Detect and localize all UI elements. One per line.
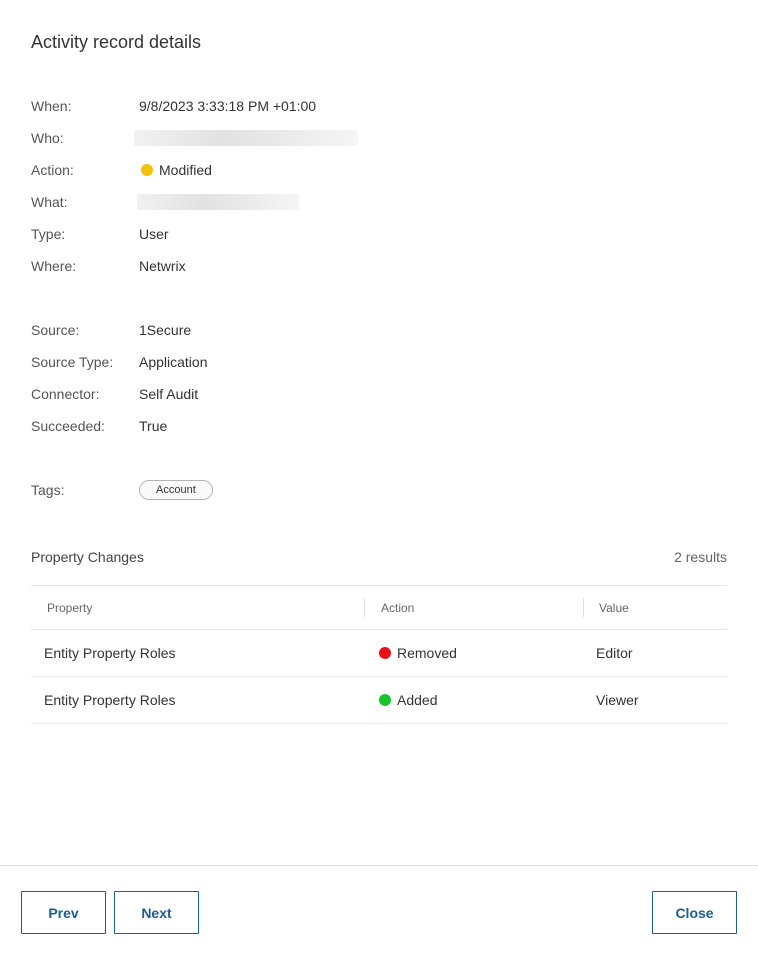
next-button[interactable]: Next xyxy=(114,891,199,934)
connector-value: Self Audit xyxy=(139,386,199,402)
when-label: When: xyxy=(31,98,72,114)
status-dot-icon xyxy=(379,647,391,659)
field-tags: Tags: Account xyxy=(31,480,213,500)
prev-button[interactable]: Prev xyxy=(21,891,106,934)
property-changes-title: Property Changes xyxy=(31,549,144,565)
tags-list: Account xyxy=(139,480,213,500)
cell-action-text: Added xyxy=(397,692,438,708)
field-source: Source: 1Secure xyxy=(31,320,191,340)
redacted-blur xyxy=(134,130,358,146)
succeeded-value: True xyxy=(139,418,168,434)
cell-action: Removed xyxy=(379,645,457,661)
table-header: Property Action Value xyxy=(31,586,727,630)
table-row: Entity Property Roles Added Viewer xyxy=(31,677,727,724)
cell-action: Added xyxy=(379,692,437,708)
action-value: Modified xyxy=(139,162,212,178)
column-header-value[interactable]: Value xyxy=(599,601,629,615)
field-where: Where: Netwrix xyxy=(31,256,186,276)
field-who: Who: xyxy=(31,128,358,148)
tag-chip[interactable]: Account xyxy=(139,480,213,500)
column-header-property[interactable]: Property xyxy=(47,601,92,615)
when-value: 9/8/2023 3:33:18 PM +01:00 xyxy=(139,98,317,114)
connector-label: Connector: xyxy=(31,386,100,402)
cell-value: Editor xyxy=(596,645,633,661)
type-value: User xyxy=(139,226,169,242)
field-what: What: xyxy=(31,192,299,212)
property-changes-table: Property Action Value Entity Property Ro… xyxy=(31,585,727,724)
source-type-value: Application xyxy=(139,354,208,370)
footer-divider xyxy=(0,865,758,866)
column-header-action[interactable]: Action xyxy=(381,601,414,615)
action-text: Modified xyxy=(159,162,212,178)
who-value-redacted xyxy=(134,130,358,146)
status-dot-icon xyxy=(141,164,153,176)
what-value-redacted xyxy=(137,194,299,210)
dialog-title: Activity record details xyxy=(31,32,202,52)
who-label: Who: xyxy=(31,130,64,146)
action-label: Action: xyxy=(31,162,74,178)
source-value: 1Secure xyxy=(139,322,192,338)
succeeded-label: Succeeded: xyxy=(31,418,105,434)
field-source-type: Source Type: Application xyxy=(31,352,208,372)
redacted-blur xyxy=(137,194,299,210)
cell-value: Viewer xyxy=(596,692,639,708)
field-type: Type: User xyxy=(31,224,169,244)
type-label: Type: xyxy=(31,226,66,242)
status-dot-icon xyxy=(379,694,391,706)
column-divider[interactable] xyxy=(583,598,584,617)
results-count: 2 results xyxy=(674,549,727,565)
source-type-label: Source Type: xyxy=(31,354,114,370)
tags-label: Tags: xyxy=(31,482,65,498)
what-label: What: xyxy=(31,194,68,210)
table-row: Entity Property Roles Removed Editor xyxy=(31,630,727,677)
where-value: Netwrix xyxy=(139,258,186,274)
field-action: Action: Modified xyxy=(31,160,212,180)
source-label: Source: xyxy=(31,322,80,338)
where-label: Where: xyxy=(31,258,77,274)
cell-property: Entity Property Roles xyxy=(44,645,176,661)
cell-action-text: Removed xyxy=(397,645,457,661)
field-when: When: 9/8/2023 3:33:18 PM +01:00 xyxy=(31,96,316,116)
field-succeeded: Succeeded: True xyxy=(31,416,167,436)
cell-property: Entity Property Roles xyxy=(44,692,176,708)
column-divider[interactable] xyxy=(364,598,365,617)
field-connector: Connector: Self Audit xyxy=(31,384,198,404)
close-button[interactable]: Close xyxy=(652,891,737,934)
